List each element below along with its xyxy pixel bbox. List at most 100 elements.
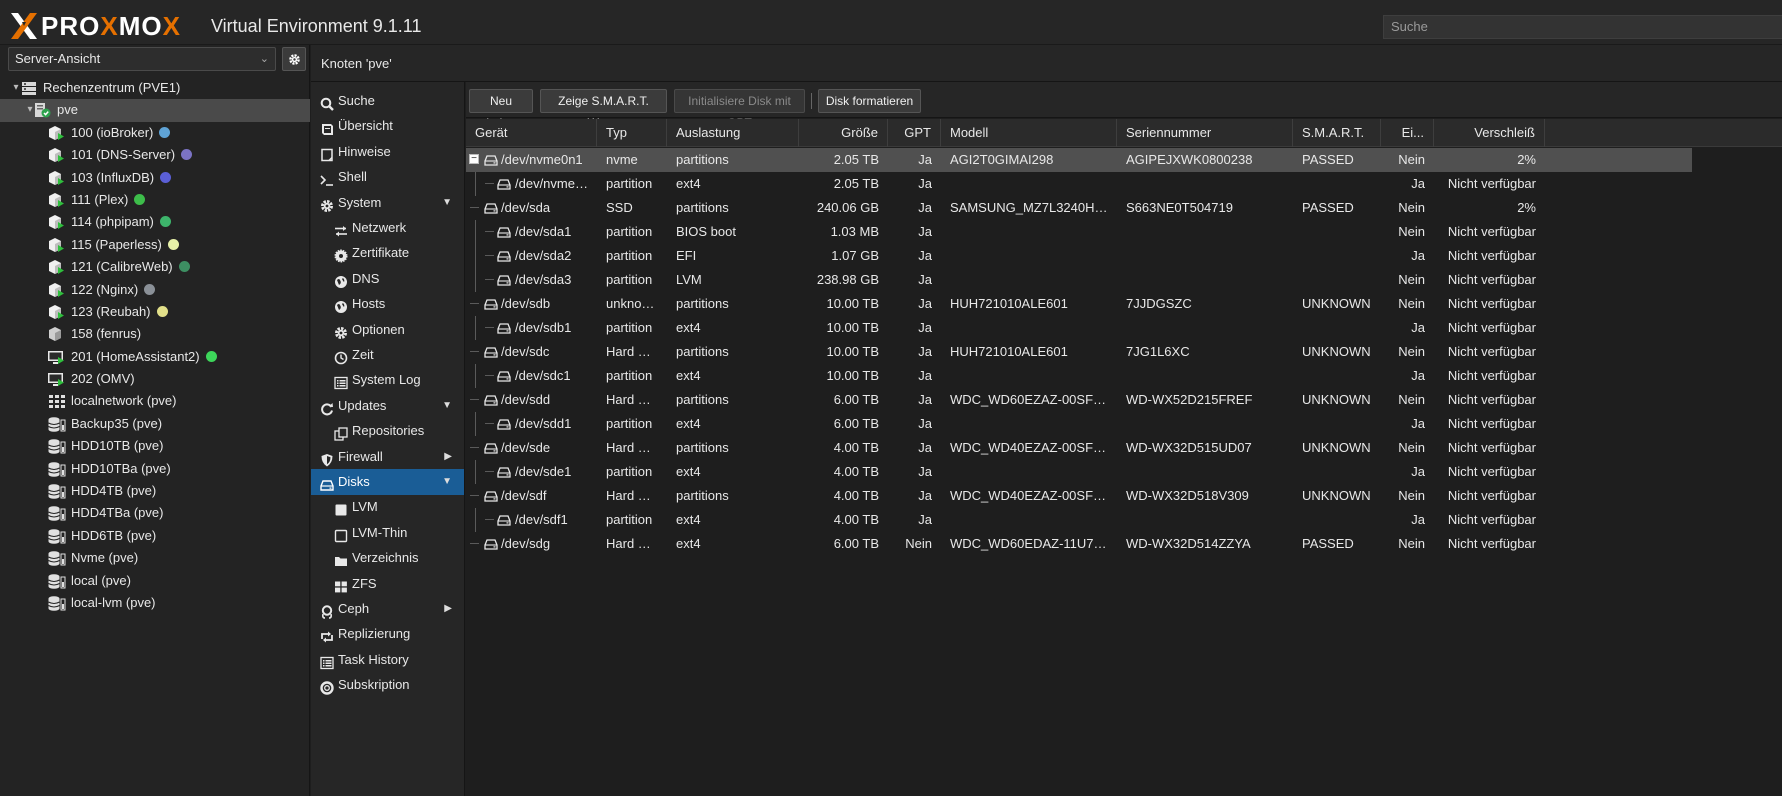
proxmox-logo[interactable]: PROXMOX <box>9 11 181 41</box>
disk-row[interactable]: /dev/sda SSD partitions 240.06 GB Ja SAMSUNG_… <box>466 196 1692 220</box>
nav-item-system[interactable]: System ▼ <box>311 190 464 216</box>
nav-item-replizierung[interactable]: Replizierung <box>311 621 464 647</box>
wipe-disk-button[interactable]: Disk formatieren <box>818 89 921 113</box>
tree-item-115-paperless[interactable]: 115 (Paperless) <box>0 234 310 256</box>
tree-item-114-phpipam[interactable]: 114 (phpipam) <box>0 211 310 233</box>
tree-item-101-dns-server[interactable]: 101 (DNS-Server) <box>0 144 310 166</box>
tree-item-202-omv[interactable]: 202 (OMV) <box>0 368 310 390</box>
tree-item-rechenzentrum-pve1[interactable]: ▾ Rechenzentrum (PVE1) <box>0 77 310 99</box>
tree-item-100-iobroker[interactable]: 100 (ioBroker) <box>0 122 310 144</box>
cell-gpt: Ja <box>918 320 932 335</box>
disk-row[interactable]: /dev/sda3 partition LVM 238.98 GB Ja Nein Nich… <box>466 268 1692 292</box>
tree-item-hdd10tba-pve[interactable]: HDD10TBa (pve) <box>0 458 310 480</box>
disk-row[interactable]: /dev/sda2 partition EFI 1.07 GB Ja Ja Nicht ve… <box>466 244 1692 268</box>
nav-item-optionen[interactable]: Optionen <box>311 317 464 343</box>
nav-item-shell[interactable]: Shell <box>311 164 464 190</box>
cell-type: Hard Disk <box>606 536 664 551</box>
tree-settings-button[interactable] <box>282 47 306 71</box>
disk-row[interactable]: /dev/sdf Hard Disk partitions 4.00 TB Ja WDC_… <box>466 484 1692 508</box>
nav-item-firewall[interactable]: Firewall ▶ <box>311 444 464 470</box>
nav-item-netzwerk[interactable]: Netzwerk <box>311 215 464 241</box>
column-header-size[interactable]: Größe <box>799 119 888 147</box>
caret-down-icon[interactable]: ▼ <box>442 393 452 419</box>
disk-row[interactable]: /dev/sde1 partition ext4 4.00 TB Ja Ja Nicht v… <box>466 460 1692 484</box>
tree-item-hdd4tb-pve[interactable]: HDD4TB (pve) <box>0 480 310 502</box>
nav-item-verzeichnis[interactable]: Verzeichnis <box>311 545 464 571</box>
tree-item-158-fenrus[interactable]: 158 (fenrus) <box>0 323 310 345</box>
tree-item-111-plex[interactable]: 111 (Plex) <box>0 189 310 211</box>
nav-item-ceph[interactable]: Ceph ▶ <box>311 596 464 622</box>
nav-item-suche[interactable]: Suche <box>311 88 464 114</box>
column-header-mounted[interactable]: Ei... <box>1381 119 1434 147</box>
cell-model: WDC_WD40EZAZ-00SF3B0 <box>950 440 1117 455</box>
nav-item-lvm-thin[interactable]: LVM-Thin <box>311 520 464 546</box>
disk-row[interactable]: /dev/nvme0n1p1 partition ext4 2.05 TB Ja Ja Ni… <box>466 172 1692 196</box>
init-gpt-button[interactable]: Initialisiere Disk mit GPT <box>674 89 805 130</box>
storage-icon <box>48 484 66 499</box>
disk-row[interactable]: /dev/sdb unknown partitions 10.00 TB Ja HUH72… <box>466 292 1692 316</box>
tree-item-pve[interactable]: ▾ pve <box>0 99 310 122</box>
cell-mounted: Nein <box>1398 224 1425 239</box>
column-header-smart[interactable]: S.M.A.R.T. <box>1293 119 1381 147</box>
nav-item-dns[interactable]: DNS <box>311 266 464 292</box>
column-header-usage[interactable]: Auslastung <box>667 119 799 147</box>
caret-down-icon[interactable]: ▼ <box>442 469 452 495</box>
disk-row[interactable]: /dev/sdg Hard Disk ext4 6.00 TB Nein WDC_WD60… <box>466 532 1692 556</box>
column-header-gpt[interactable]: GPT <box>888 119 941 147</box>
tree-item-hdd6tb-pve[interactable]: HDD6TB (pve) <box>0 525 310 547</box>
nav-item-repositories[interactable]: Repositories <box>311 418 464 444</box>
tree-item-local-lvm-pve[interactable]: local-lvm (pve) <box>0 592 310 614</box>
nav-item-hinweise[interactable]: Hinweise <box>311 139 464 165</box>
nav-item-zfs[interactable]: ZFS <box>311 571 464 597</box>
tree-item-122-nginx[interactable]: 122 (Nginx) <box>0 279 310 301</box>
caret-right-icon[interactable]: ▶ <box>444 444 452 470</box>
nav-item-task-history[interactable]: Task History <box>311 647 464 673</box>
tree-item-121-calibreweb[interactable]: 121 (CalibreWeb) <box>0 256 310 278</box>
cell-wear: Nicht verfügbar <box>1447 224 1536 239</box>
cell-wear: Nicht verfügbar <box>1447 296 1536 311</box>
tree-item-local-pve[interactable]: local (pve) <box>0 570 310 592</box>
tree-item-123-reubah[interactable]: 123 (Reubah) <box>0 301 310 323</box>
nav-item-zeit[interactable]: Zeit <box>311 342 464 368</box>
nav-item-lvm[interactable]: LVM <box>311 494 464 520</box>
column-header-type[interactable]: Typ <box>597 119 667 147</box>
collapse-icon[interactable]: − <box>469 154 479 164</box>
search-input[interactable]: Suche <box>1383 15 1782 39</box>
tree-item-201-homeassistant2[interactable]: 201 (HomeAssistant2) <box>0 346 310 368</box>
caret-down-icon[interactable]: ▼ <box>442 190 452 216</box>
disk-row[interactable]: /dev/sdc Hard Disk partitions 10.00 TB Ja HUH… <box>466 340 1692 364</box>
column-header-wear[interactable]: Verschleiß <box>1434 119 1545 147</box>
nav-item-disks[interactable]: Disks ▼ <box>311 469 464 495</box>
cell-device: /dev/sda3 <box>515 272 572 287</box>
tree-line <box>475 508 476 532</box>
tree-item-nvme-pve[interactable]: Nvme (pve) <box>0 547 310 569</box>
cell-smart: PASSED <box>1302 152 1354 167</box>
column-header-device[interactable]: Gerät <box>466 119 597 147</box>
column-header-serial[interactable]: Seriennummer <box>1117 119 1293 147</box>
disk-row[interactable]: /dev/sdc1 partition ext4 10.00 TB Ja Ja Nicht … <box>466 364 1692 388</box>
nav-item--bersicht[interactable]: Übersicht <box>311 113 464 139</box>
tree-item-103-influxdb[interactable]: 103 (InfluxDB) <box>0 167 310 189</box>
tree-item-hdd4tba-pve[interactable]: HDD4TBa (pve) <box>0 502 310 524</box>
nav-item-hosts[interactable]: Hosts <box>311 291 464 317</box>
caret-right-icon[interactable]: ▶ <box>444 596 452 622</box>
disk-row[interactable]: /dev/sdd Hard Disk partitions 6.00 TB Ja WDC_… <box>466 388 1692 412</box>
tree-item-localnetwork-pve[interactable]: localnetwork (pve) <box>0 390 310 412</box>
disk-row[interactable]: /dev/sda1 partition BIOS boot 1.03 MB Ja Nein… <box>466 220 1692 244</box>
disk-row[interactable]: /dev/sdb1 partition ext4 10.00 TB Ja Ja Nicht … <box>466 316 1692 340</box>
disk-row[interactable]: − /dev/nvme0n1 nvme partitions 2.05 TB Ja AGI2… <box>466 148 1692 172</box>
disk-row[interactable]: /dev/sdf1 partition ext4 4.00 TB Ja Ja Nicht v… <box>466 508 1692 532</box>
nav-item-system-log[interactable]: System Log <box>311 367 464 393</box>
tree-item-hdd10tb-pve[interactable]: HDD10TB (pve) <box>0 435 310 457</box>
disk-row[interactable]: /dev/sde Hard Disk partitions 4.00 TB Ja WDC_… <box>466 436 1692 460</box>
nav-item-updates[interactable]: Updates ▼ <box>311 393 464 419</box>
nav-item-zertifikate[interactable]: Zertifikate <box>311 240 464 266</box>
view-select[interactable]: Server-Ansicht ⌄ <box>8 47 276 71</box>
disk-row[interactable]: /dev/sdd1 partition ext4 6.00 TB Ja Ja Nicht v… <box>466 412 1692 436</box>
tree-item-backup35-pve[interactable]: Backup35 (pve) <box>0 413 310 435</box>
reload-button[interactable]: Neu laden <box>469 89 533 130</box>
show-smart-button[interactable]: Zeige S.M.A.R.T. Werte <box>540 89 667 130</box>
column-header-model[interactable]: Modell <box>941 119 1117 147</box>
cell-device: /dev/sdf <box>501 488 547 503</box>
nav-item-subskription[interactable]: Subskription <box>311 672 464 698</box>
